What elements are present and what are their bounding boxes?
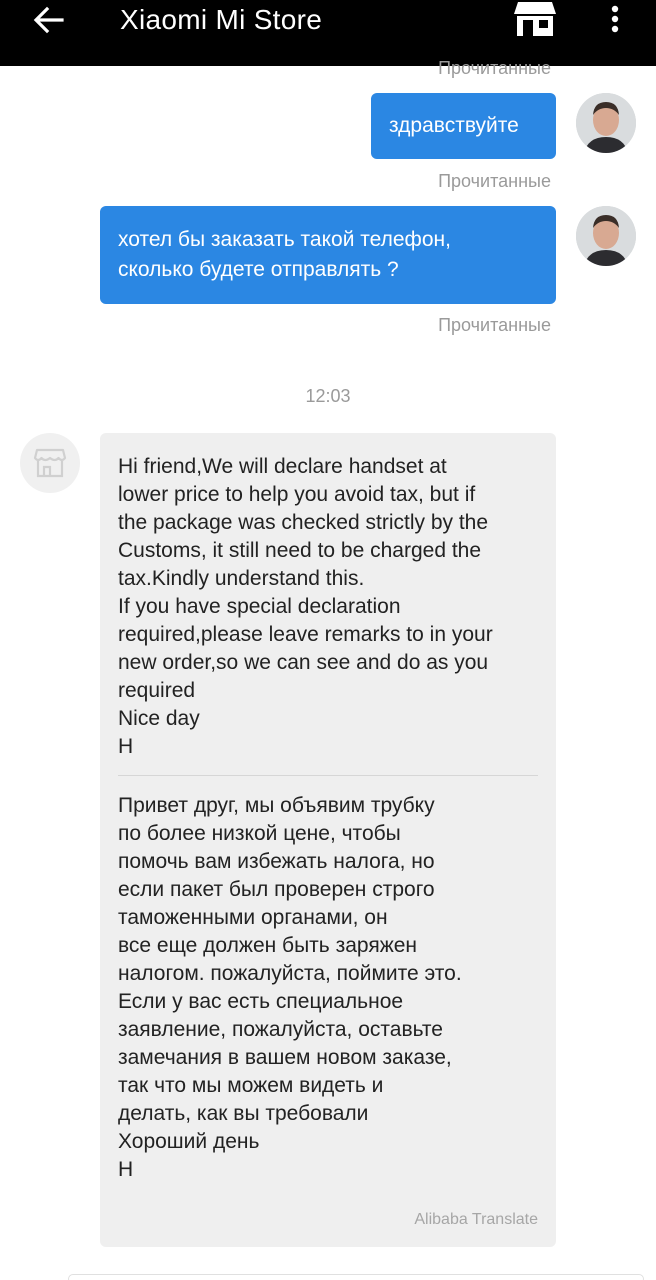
user-avatar[interactable] [576, 206, 636, 266]
store-button[interactable] [512, 0, 558, 38]
next-message-edge [68, 1274, 644, 1280]
message-text: хотел бы заказать такой телефон, сколько… [118, 228, 451, 281]
store-icon [514, 2, 556, 36]
outgoing-message[interactable]: здравствуйте [371, 93, 556, 159]
arrow-left-icon [33, 6, 64, 34]
more-options-button[interactable] [600, 0, 630, 38]
original-message-text: Hi friend,We will declare handset at low… [118, 455, 493, 758]
chat-title: Xiaomi Mi Store [120, 4, 323, 35]
translated-message-text: Привет друг, мы объявим трубку по более … [118, 794, 462, 1181]
more-vert-icon [611, 5, 619, 33]
shop-avatar[interactable] [20, 433, 80, 493]
user-photo-icon [576, 206, 636, 266]
read-status: Прочитанные [438, 315, 551, 335]
top-app-bar: Xiaomi Mi Store [0, 0, 656, 66]
translation-divider [118, 775, 538, 776]
read-status: Прочитанные [438, 171, 551, 191]
translation-credit: Alibaba Translate [414, 1211, 538, 1228]
incoming-message[interactable]: Hi friend,We will declare handset at low… [100, 433, 556, 1247]
message-timestamp: 12:03 [305, 386, 351, 406]
outgoing-message[interactable]: хотел бы заказать такой телефон, сколько… [100, 206, 556, 304]
user-avatar[interactable] [576, 93, 636, 153]
user-photo-icon [576, 93, 636, 153]
back-button[interactable] [26, 0, 70, 40]
read-status: Прочитанные [438, 58, 551, 78]
store-icon [33, 448, 67, 478]
